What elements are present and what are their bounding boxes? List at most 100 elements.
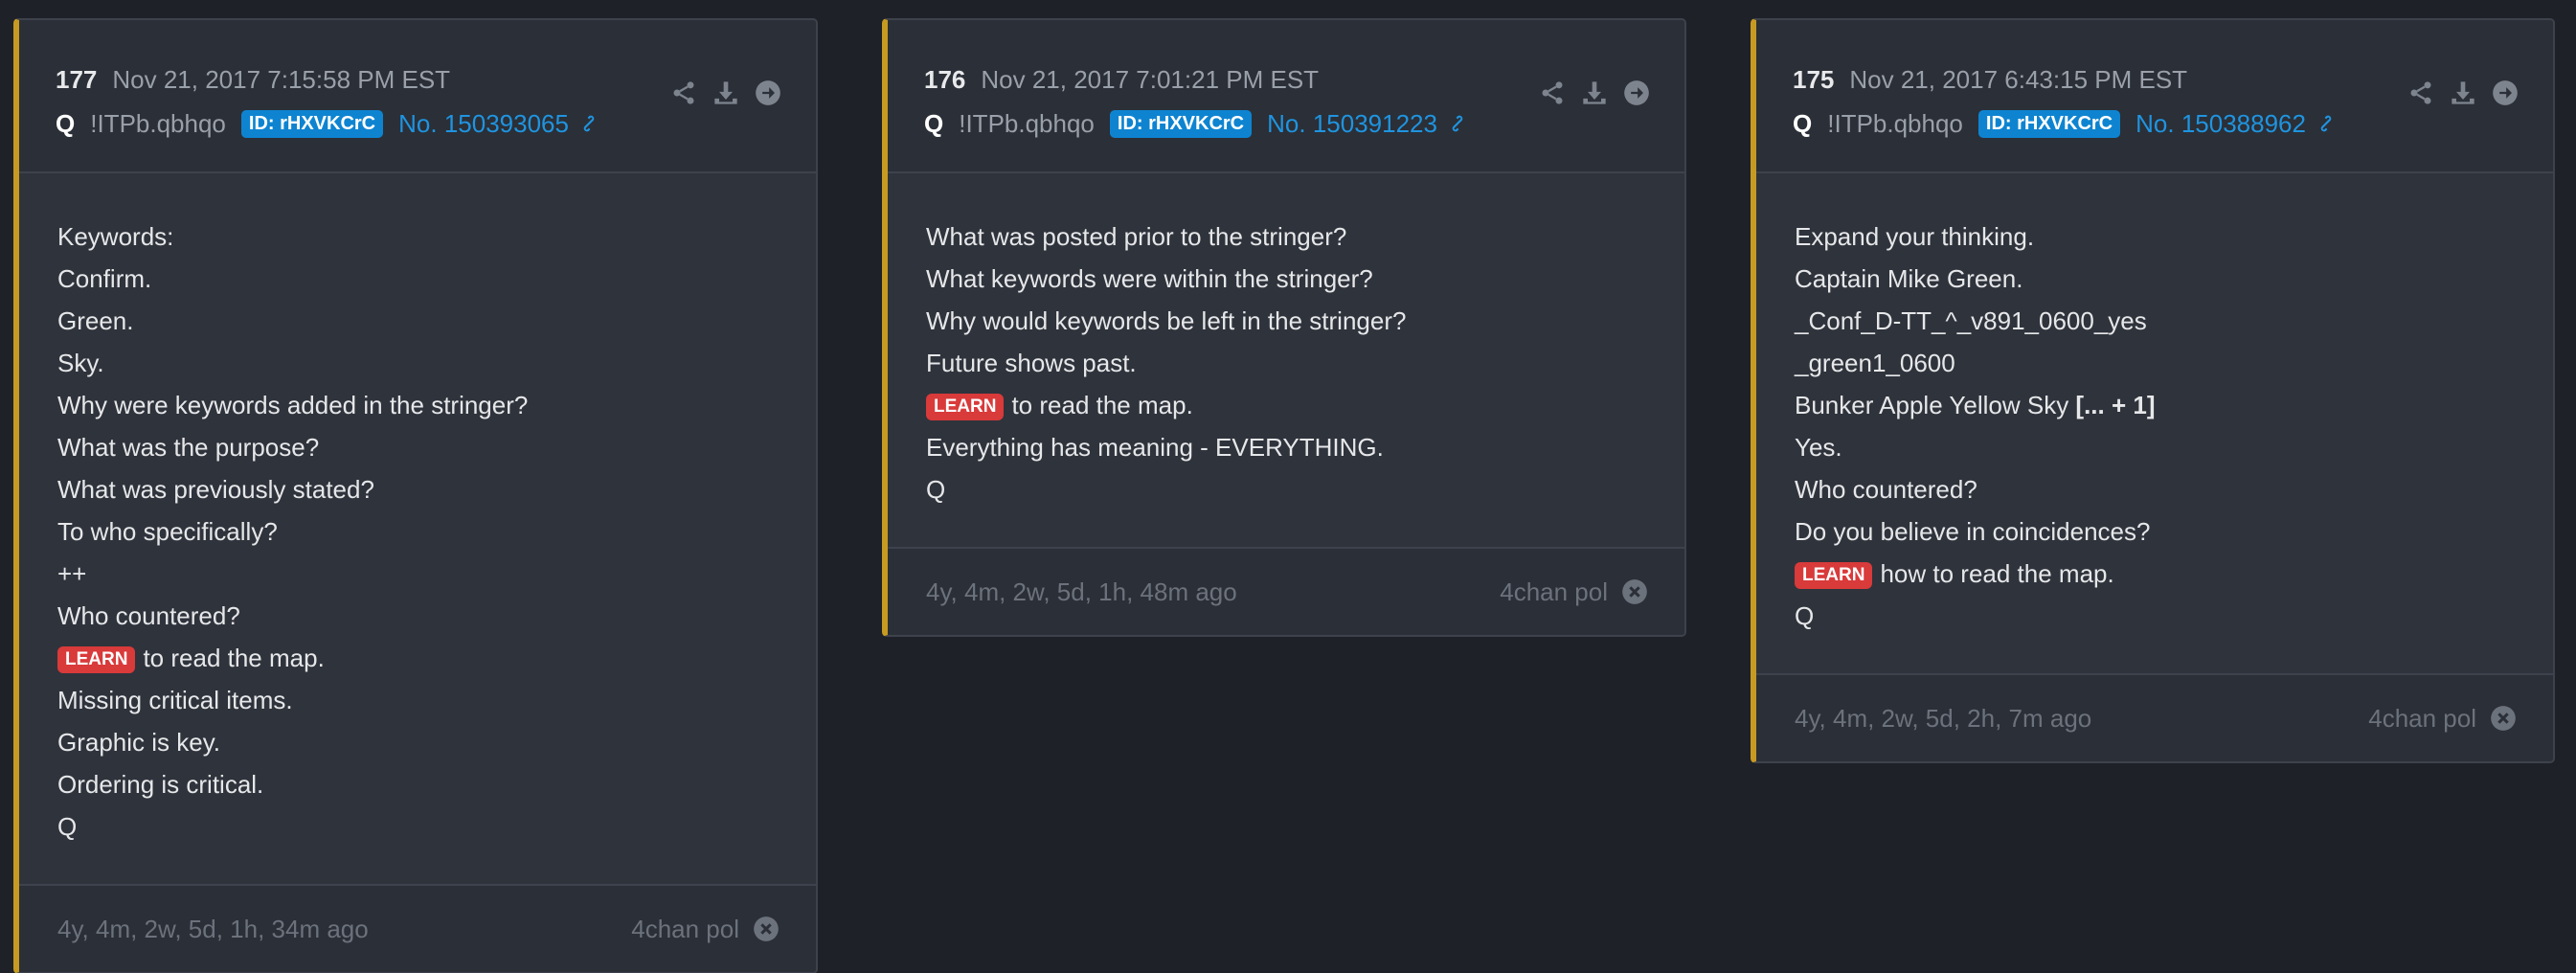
post-footer: 4y, 4m, 2w, 5d, 2h, 7m ago 4chan pol xyxy=(1756,673,2553,761)
post-line: Graphic is key. xyxy=(57,728,221,757)
tripcode: !ITPb.qbhqo xyxy=(1827,108,1963,138)
post-line: Q xyxy=(1795,601,1815,630)
post-line: Q xyxy=(926,475,946,504)
post-line: Future shows past. xyxy=(926,349,1137,377)
id-badge: ID: rHXVKCrC xyxy=(1977,109,2121,138)
post-line: Do you believe in coincidences? xyxy=(1795,517,2151,546)
share-icon[interactable] xyxy=(670,79,697,106)
post-line-text: to read the map. xyxy=(1011,391,1193,419)
post-card: 175 Nov 21, 2017 6:43:15 PM EST Q !ITPb.… xyxy=(1751,18,2555,763)
post-body: Expand your thinking. Captain Mike Green… xyxy=(1756,173,2553,673)
post-header: 177 Nov 21, 2017 7:15:58 PM EST Q !ITPb.… xyxy=(19,20,816,173)
post-line: What was previously stated? xyxy=(57,475,374,504)
post-card: 176 Nov 21, 2017 7:01:21 PM EST Q !ITPb.… xyxy=(882,18,1686,637)
post-line: Why were keywords added in the stringer? xyxy=(57,391,529,419)
post-line: Bunker Apple Yellow Sky [... + 1] xyxy=(1795,384,2515,426)
tripcode: !ITPb.qbhqo xyxy=(90,108,226,138)
post-age: 4y, 4m, 2w, 5d, 1h, 34m ago xyxy=(57,914,369,943)
post-line: Confirm. xyxy=(57,264,152,293)
post-age: 4y, 4m, 2w, 5d, 1h, 48m ago xyxy=(926,577,1237,606)
post-line: What was the purpose? xyxy=(57,433,320,462)
post-actions xyxy=(1539,79,1650,106)
link-icon xyxy=(2320,115,2332,132)
learn-badge[interactable]: LEARN xyxy=(1795,562,1873,589)
post-date: Nov 21, 2017 6:43:15 PM EST xyxy=(1849,64,2188,94)
post-line: _Conf_D-TT_^_v891_0600_yes xyxy=(1795,306,2147,335)
post-line: Sky. xyxy=(57,349,104,377)
post-footer: 4y, 4m, 2w, 5d, 1h, 48m ago 4chan pol xyxy=(888,547,1684,635)
post-number-link[interactable]: No. 150393065 xyxy=(398,109,601,139)
post-source: 4chan pol xyxy=(1500,577,1648,607)
id-badge: ID: rHXVKCrC xyxy=(1109,109,1253,138)
post-line: Green. xyxy=(57,306,134,335)
close-circle-icon[interactable] xyxy=(1621,578,1648,605)
post-line: What keywords were within the stringer? xyxy=(926,264,1373,293)
post-number: 177 xyxy=(56,64,98,94)
post-line: Why would keywords be left in the string… xyxy=(926,306,1407,335)
author-name: Q xyxy=(56,108,76,138)
expand-reference-link[interactable]: [... + 1] xyxy=(2075,391,2155,419)
post-line: What was posted prior to the stringer? xyxy=(926,222,1347,251)
post-actions xyxy=(670,79,781,106)
post-line: Expand your thinking. xyxy=(1795,222,2035,251)
close-circle-icon[interactable] xyxy=(2490,705,2517,732)
id-badge: ID: rHXVKCrC xyxy=(240,109,384,138)
post-line: ++ xyxy=(57,559,87,588)
post-source: 4chan pol xyxy=(2368,704,2517,734)
tripcode: !ITPb.qbhqo xyxy=(959,108,1095,138)
post-number-link-label: No. 150391223 xyxy=(1267,108,1437,138)
post-body: What was posted prior to the stringer? W… xyxy=(888,173,1684,547)
post-line: Q xyxy=(57,812,78,841)
post-line: Yes. xyxy=(1795,433,1842,462)
post-line: Keywords: xyxy=(57,222,174,251)
source-label: 4chan pol xyxy=(1500,577,1608,606)
link-icon xyxy=(1452,115,1463,132)
post-body: Keywords: Confirm. Green. Sky. Why were … xyxy=(19,173,816,884)
post-line: LEARN how to read the map. xyxy=(1795,553,2515,595)
learn-badge[interactable]: LEARN xyxy=(926,394,1005,420)
download-icon[interactable] xyxy=(712,79,739,106)
post-number-link-label: No. 150393065 xyxy=(398,108,569,138)
close-circle-icon[interactable] xyxy=(753,916,780,942)
learn-badge[interactable]: LEARN xyxy=(57,646,136,673)
post-line: Missing critical items. xyxy=(57,686,293,714)
post-date: Nov 21, 2017 7:01:21 PM EST xyxy=(981,64,1320,94)
post-date: Nov 21, 2017 7:15:58 PM EST xyxy=(112,64,451,94)
post-footer: 4y, 4m, 2w, 5d, 1h, 34m ago 4chan pol xyxy=(19,884,816,972)
download-icon[interactable] xyxy=(2450,79,2476,106)
post-line-text: how to read the map. xyxy=(1880,559,2114,588)
post-card: 177 Nov 21, 2017 7:15:58 PM EST Q !ITPb.… xyxy=(13,18,818,973)
post-line-text: to read the map. xyxy=(143,644,325,672)
post-line-text: Bunker Apple Yellow Sky xyxy=(1795,391,2076,419)
author-name: Q xyxy=(1793,108,1813,138)
post-number-link[interactable]: No. 150388962 xyxy=(2135,109,2339,139)
post-header: 176 Nov 21, 2017 7:01:21 PM EST Q !ITPb.… xyxy=(888,20,1684,173)
post-line: To who specifically? xyxy=(57,517,278,546)
post-age: 4y, 4m, 2w, 5d, 2h, 7m ago xyxy=(1795,703,2092,733)
post-number: 176 xyxy=(924,64,966,94)
post-line: LEARN to read the map. xyxy=(926,384,1646,426)
source-label: 4chan pol xyxy=(631,914,739,943)
post-number-link[interactable]: No. 150391223 xyxy=(1267,109,1470,139)
post-line: _green1_0600 xyxy=(1795,349,1955,377)
post-line: Everything has meaning - EVERYTHING. xyxy=(926,433,1384,462)
author-name: Q xyxy=(924,108,944,138)
post-line: Ordering is critical. xyxy=(57,770,264,799)
download-icon[interactable] xyxy=(1581,79,1608,106)
post-number: 175 xyxy=(1793,64,1835,94)
link-icon xyxy=(583,115,595,132)
post-number-link-label: No. 150388962 xyxy=(2135,108,2306,138)
share-icon[interactable] xyxy=(2407,79,2434,106)
post-source: 4chan pol xyxy=(631,915,780,944)
source-label: 4chan pol xyxy=(2368,703,2476,733)
post-header: 175 Nov 21, 2017 6:43:15 PM EST Q !ITPb.… xyxy=(1756,20,2553,173)
post-line: Who countered? xyxy=(1795,475,1977,504)
post-line: LEARN to read the map. xyxy=(57,637,778,679)
post-list: 177 Nov 21, 2017 7:15:58 PM EST Q !ITPb.… xyxy=(0,0,2576,973)
share-icon[interactable] xyxy=(1539,79,1566,106)
arrow-right-circle-icon[interactable] xyxy=(755,79,781,106)
post-actions xyxy=(2407,79,2519,106)
arrow-right-circle-icon[interactable] xyxy=(1623,79,1650,106)
arrow-right-circle-icon[interactable] xyxy=(2492,79,2519,106)
post-line: Who countered? xyxy=(57,601,240,630)
